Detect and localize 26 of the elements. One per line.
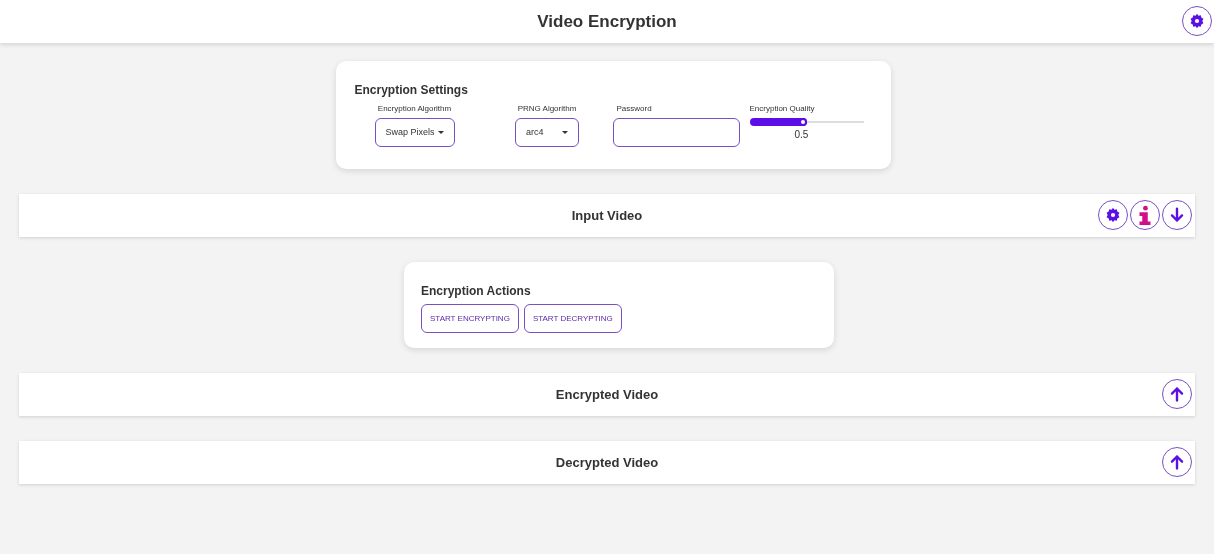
field-label: Encryption Quality [749,103,816,115]
field-label: Encryption Algorithm [377,103,452,115]
slider-thumb[interactable] [798,118,807,126]
page-title: Video Encryption [537,10,677,33]
settings-button[interactable] [1182,6,1212,36]
card-title: Encryption Settings [354,82,469,99]
download-button[interactable] [1162,200,1192,230]
action-button[interactable]: START ENCRYPTING [421,304,519,333]
prng-dropdown[interactable]: arc4 [515,118,579,147]
field-label: Password [616,103,653,115]
password-field[interactable] [612,118,740,147]
caret-icon [562,131,568,134]
algorithm-dropdown[interactable]: Swap Pixels [374,118,455,147]
section-title: Encrypted Video [555,385,659,404]
card-title: Encryption Actions [421,283,532,300]
action-button[interactable]: START DECRYPTING [523,304,622,333]
upload-button[interactable] [1162,447,1192,477]
section-title: Decrypted Video [555,453,659,472]
section-title: Input Video [571,206,643,225]
settings-button[interactable] [1098,200,1128,230]
slider-value: 0.5 [794,128,809,142]
upload-button[interactable] [1162,379,1192,409]
field-label: PRNG Algorithm [517,103,577,115]
quality-slider[interactable] [749,117,864,127]
caret-icon [437,131,444,134]
info-button[interactable] [1130,200,1160,230]
